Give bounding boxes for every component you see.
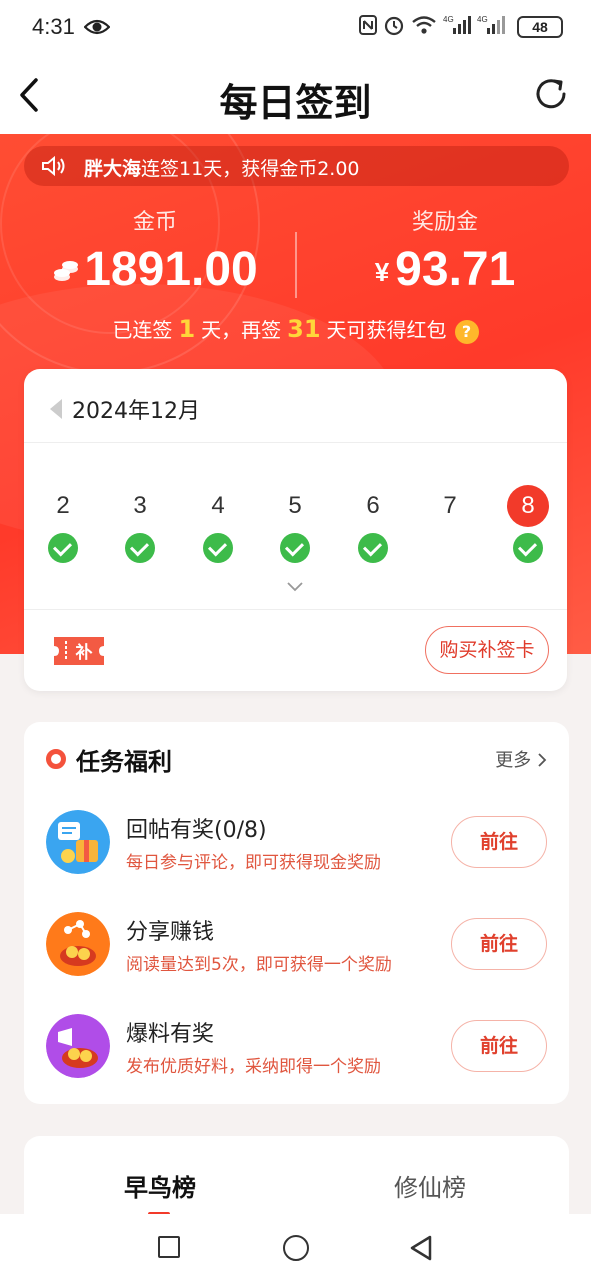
coin-stack-icon — [54, 261, 79, 282]
calendar-day[interactable]: 5 — [265, 487, 325, 563]
nfc-icon — [359, 15, 377, 35]
signal-icon: 4G — [443, 15, 471, 34]
task-section-title: 任务福利 — [76, 748, 172, 776]
section-dot-icon — [46, 749, 66, 769]
nav-back-icon[interactable] — [408, 1234, 434, 1262]
check-icon — [48, 533, 78, 563]
system-nav-bar — [0, 1214, 591, 1280]
reward-label: 奖励金 — [411, 210, 478, 235]
signal-icon-2: 4G — [477, 15, 505, 34]
comment-reward-icon — [46, 810, 110, 874]
go-button[interactable]: 前往 — [451, 816, 547, 868]
go-button[interactable]: 前往 — [451, 1020, 547, 1072]
calendar-day[interactable]: 2 — [33, 487, 93, 563]
svg-text:4G: 4G — [477, 15, 488, 24]
streak-days: 1 — [178, 315, 196, 343]
share-reward-icon — [46, 912, 110, 976]
task-desc: 每日参与评论，即可获得现金奖励 — [126, 853, 381, 873]
refresh-icon[interactable] — [531, 74, 571, 114]
alarm-icon — [384, 16, 404, 36]
task-desc: 发布优质好料，采纳即得一个奖励 — [126, 1057, 381, 1077]
day-number: 3 — [133, 492, 147, 519]
check-icon — [513, 533, 543, 563]
divider — [24, 609, 567, 610]
task-desc: 阅读量达到5次，即可获得一个奖励 — [126, 955, 392, 975]
divider — [24, 442, 567, 443]
calendar-month: 2024年12月 — [72, 399, 200, 424]
tipoff-reward-icon — [46, 1014, 110, 1078]
task-name: 回帖有奖(0/8) — [126, 818, 267, 843]
check-icon — [203, 533, 233, 563]
check-icon — [125, 533, 155, 563]
day-number: 7 — [443, 492, 457, 519]
stat-divider — [295, 232, 297, 298]
makeup-ticket-icon: 补 — [54, 637, 104, 665]
calendar-day-today[interactable]: 8 — [498, 485, 558, 563]
streak-suffix: 天可获得红包 — [326, 318, 447, 342]
status-bar: 4:31 4G 4G 48 — [0, 0, 591, 56]
header: 每日签到 — [0, 56, 591, 134]
day-number: 4 — [211, 492, 225, 519]
tab-early-bird[interactable]: 早鸟榜 — [124, 1168, 196, 1203]
chevron-right-icon — [538, 753, 547, 767]
coins-value: 1891.00 — [84, 243, 258, 296]
buy-makeup-card-button[interactable]: 购买补签卡 — [425, 626, 549, 674]
streak-middle: 天，再签 — [201, 318, 282, 342]
ranking-card: 早鸟榜 修仙榜 — [24, 1136, 569, 1226]
wifi-icon — [412, 16, 436, 34]
calendar-day[interactable]: 3 — [110, 487, 170, 563]
chevron-down-icon[interactable] — [287, 579, 303, 595]
notice-text: 胖大海连签11天，获得金币2.00 — [84, 154, 360, 181]
coins-stat: 金币 1891.00 — [30, 204, 280, 297]
task-item: 分享赚钱 阅读量达到5次，即可获得一个奖励 前往 — [24, 912, 569, 1002]
task-item: 回帖有奖(0/8) 每日参与评论，即可获得现金奖励 前往 — [24, 810, 569, 900]
streak-prefix: 已连签 — [112, 318, 173, 342]
battery-indicator: 48 — [517, 16, 563, 38]
calendar-day[interactable]: 7 — [420, 487, 480, 527]
check-icon — [280, 533, 310, 563]
ticket-text: 补 — [75, 642, 93, 663]
task-name: 分享赚钱 — [126, 920, 215, 945]
notice-message: 连签11天，获得金币2.00 — [141, 158, 360, 180]
notice-user: 胖大海 — [84, 158, 142, 180]
streak-text: 已连签 1 天，再签 31 天可获得红包? — [0, 314, 591, 344]
calendar-card: 2024年12月 2 3 4 5 6 7 8 补 购买补签卡 — [24, 369, 567, 691]
day-number: 6 — [366, 492, 380, 519]
streak-remaining: 31 — [287, 315, 321, 343]
reward-value-row: ¥93.71 — [320, 242, 570, 297]
svg-text:4G: 4G — [443, 15, 454, 24]
calendar-day[interactable]: 4 — [188, 487, 248, 563]
day-number: 2 — [56, 492, 70, 519]
help-icon[interactable]: ? — [454, 319, 479, 344]
yen-symbol: ¥ — [374, 256, 390, 287]
more-label: 更多 — [495, 750, 532, 771]
reward-value: 93.71 — [395, 243, 516, 296]
prev-month-icon[interactable] — [50, 399, 62, 419]
go-button[interactable]: 前往 — [451, 918, 547, 970]
calendar-day[interactable]: 6 — [343, 487, 403, 563]
coins-value-row: 1891.00 — [30, 242, 280, 297]
day-number: 5 — [288, 492, 302, 519]
task-item: 爆料有奖 发布优质好料，采纳即得一个奖励 前往 — [24, 1014, 569, 1104]
reward-stat: 奖励金 ¥93.71 — [320, 204, 570, 297]
page-title: 每日签到 — [219, 81, 372, 125]
status-time: 4:31 — [32, 14, 75, 39]
day-number-today: 8 — [507, 485, 549, 527]
eye-icon — [84, 19, 110, 35]
coins-label: 金币 — [132, 210, 177, 235]
more-link[interactable]: 更多 — [495, 746, 547, 772]
task-name: 爆料有奖 — [126, 1022, 215, 1047]
tab-cultivation[interactable]: 修仙榜 — [394, 1168, 466, 1203]
task-card: 任务福利 更多 回帖有奖(0/8) 每日参与评论，即可获得现金奖励 前往 分享赚… — [24, 722, 569, 1104]
system-icons: 4G 4G — [359, 14, 505, 36]
speaker-icon — [42, 155, 65, 177]
home-icon[interactable] — [283, 1235, 309, 1261]
recent-apps-icon[interactable] — [158, 1236, 180, 1258]
notice-bar: 胖大海连签11天，获得金币2.00 — [24, 146, 569, 186]
check-icon — [358, 533, 388, 563]
